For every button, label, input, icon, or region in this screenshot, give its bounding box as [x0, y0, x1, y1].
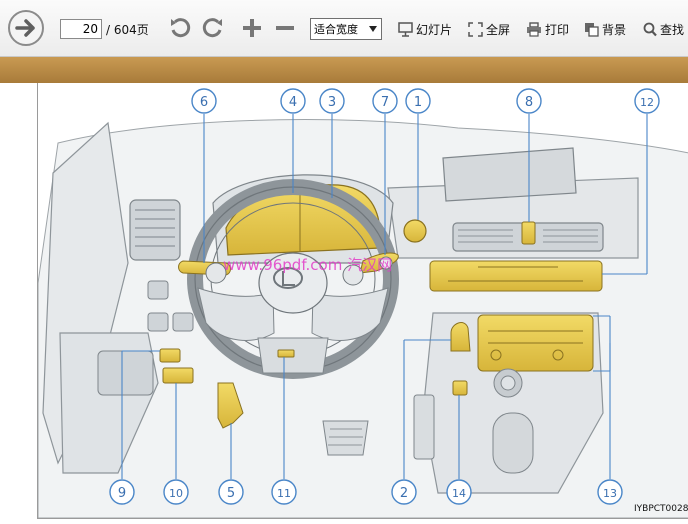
rotate-ccw-icon	[171, 18, 191, 38]
slideshow-button[interactable]: 幻灯片	[398, 21, 452, 38]
callout-label-4: 4	[289, 95, 297, 110]
zoom-select-value: 适合宽度	[314, 23, 358, 36]
rotate-right-button[interactable]	[201, 16, 225, 40]
dashboard-figure: www.96pdf.com 汽汉网 1 2 3 4 5 6 7 8 9 10 1…	[37, 83, 688, 519]
callout-label-2: 2	[400, 486, 408, 501]
callout-label-11: 11	[277, 487, 291, 500]
rotate-cw-icon	[202, 18, 222, 38]
printer-icon	[527, 22, 541, 37]
background-button[interactable]: 背景	[584, 21, 626, 38]
page-number-input[interactable]	[60, 19, 102, 39]
toolbar-accent-strip	[0, 57, 688, 83]
callout-label-3: 3	[328, 95, 336, 110]
chevron-down-icon	[369, 26, 377, 32]
fullscreen-icon	[468, 22, 483, 37]
print-button[interactable]: 打印	[526, 21, 569, 38]
background-label: 背景	[602, 23, 627, 37]
plus-icon	[243, 19, 261, 37]
search-icon	[643, 22, 657, 37]
document-page: www.96pdf.com 汽汉网 1 2 3 4 5 6 7 8 9 10 1…	[37, 83, 688, 519]
find-button[interactable]: 查找	[643, 21, 684, 38]
callout-label-13: 13	[603, 487, 617, 500]
fullscreen-label: 全屏	[486, 23, 511, 37]
callout-label-6: 6	[200, 95, 208, 110]
slideshow-label: 幻灯片	[416, 23, 453, 37]
print-label: 打印	[545, 23, 570, 37]
fullscreen-button[interactable]: 全屏	[468, 21, 510, 38]
rotate-left-button[interactable]	[168, 16, 192, 40]
arrow-right-icon	[15, 19, 35, 37]
callout-label-14: 14	[452, 487, 466, 500]
zoom-select[interactable]: 适合宽度	[310, 18, 382, 40]
callout-label-10: 10	[169, 487, 183, 500]
figure-code: IYBPCT0028	[634, 504, 688, 514]
background-icon	[585, 23, 599, 37]
minus-icon	[276, 26, 294, 30]
callout-label-1: 1	[414, 95, 422, 110]
page-total-label: / 604页	[106, 23, 149, 37]
watermark-text: www.96pdf.com 汽汉网	[223, 256, 392, 274]
callout-label-5: 5	[227, 486, 235, 501]
back-button[interactable]	[8, 10, 44, 46]
slideshow-icon	[398, 22, 413, 37]
callout-label-8: 8	[525, 95, 533, 110]
callout-label-12: 12	[640, 96, 654, 109]
find-label: 查找	[660, 23, 685, 37]
callout-label-9: 9	[118, 486, 126, 501]
zoom-in-button[interactable]	[240, 16, 264, 40]
viewer-toolbar: / 604页 适合宽度 幻灯片 全屏	[0, 0, 688, 57]
zoom-out-button[interactable]	[273, 16, 297, 40]
callout-label-7: 7	[381, 95, 389, 110]
